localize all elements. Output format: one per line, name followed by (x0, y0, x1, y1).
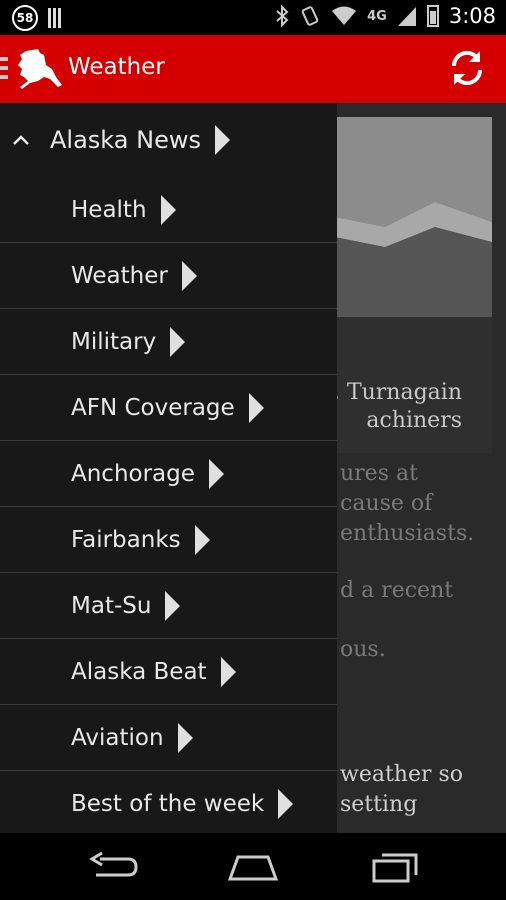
arrow-right-icon (170, 326, 186, 357)
arrow-right-icon (208, 458, 224, 489)
signal-icon (397, 7, 416, 26)
drawer-item-aviation[interactable]: Aviation (0, 705, 337, 771)
arrow-right-icon (160, 194, 176, 225)
drawer-item-label: Weather (71, 262, 168, 289)
drawer-item-label: Anchorage (71, 460, 195, 487)
wifi-icon (332, 6, 357, 25)
drawer-item-label: Mat-Su (71, 592, 152, 619)
drawer-item-anchorage[interactable]: Anchorage (0, 441, 337, 507)
arrow-right-icon (165, 590, 181, 621)
clock: 3:08 (448, 4, 496, 28)
alaska-logo-icon[interactable] (16, 47, 64, 91)
drawer-item-military[interactable]: Military (0, 309, 337, 375)
notification-badge: 58 (12, 5, 38, 31)
drawer-item-label: Fairbanks (71, 526, 181, 553)
drawer-item-label: Military (71, 328, 157, 355)
chevron-up-icon[interactable] (13, 135, 29, 145)
drawer-item-label: AFN Coverage (71, 394, 235, 421)
drawer-item-best-of-the-week[interactable]: Best of the week (0, 771, 337, 833)
drawer-item-mat-su[interactable]: Mat-Su (0, 573, 337, 639)
article-text-line: enthusiasts. (340, 521, 475, 546)
drawer-item-weather[interactable]: Weather (0, 243, 337, 309)
action-bar: Weather (0, 35, 506, 103)
refresh-icon[interactable] (446, 47, 488, 89)
drawer-item-health[interactable]: Health (0, 177, 337, 243)
arrow-right-icon (220, 656, 236, 687)
bluetooth-icon (276, 5, 289, 27)
back-icon[interactable] (88, 851, 138, 883)
system-nav-bar (0, 833, 506, 900)
drawer-item-afn-coverage[interactable]: AFN Coverage (0, 375, 337, 441)
article-text-line: ous. (340, 637, 386, 662)
arrow-right-icon (214, 125, 230, 155)
drawer-item-alaska-beat[interactable]: Alaska Beat (0, 639, 337, 705)
article-text-line: cause of (340, 491, 433, 516)
recent-apps-icon[interactable] (370, 851, 420, 883)
page-title: Weather (68, 54, 165, 80)
arrow-right-icon (181, 260, 197, 291)
drawer-item-label: Aviation (71, 724, 164, 751)
status-bar: 58 4G 3:08 (0, 0, 506, 35)
home-icon[interactable] (228, 851, 278, 883)
arrow-right-icon (177, 722, 193, 753)
article-text-line: weather so (340, 762, 464, 787)
drawer-item-fairbanks[interactable]: Fairbanks (0, 507, 337, 573)
article-text-line: ures at (340, 461, 418, 486)
drawer-icon[interactable] (0, 57, 8, 79)
vibrate-icon (301, 6, 319, 26)
navigation-drawer: Alaska News Health Weather Military AFN … (0, 103, 337, 833)
arrow-right-icon (194, 524, 210, 555)
drawer-item-label: Best of the week (71, 790, 265, 817)
arrow-right-icon (278, 788, 294, 819)
article-text-line: d a recent (340, 578, 454, 603)
drawer-item-label: Health (71, 196, 147, 223)
article-text-line: setting (340, 792, 418, 817)
drawer-group-alaska-news[interactable]: Alaska News (0, 103, 337, 177)
drawer-group-label: Alaska News (50, 126, 201, 154)
barcode-icon (48, 8, 61, 28)
drawer-item-label: Alaska Beat (71, 658, 207, 685)
battery-icon (426, 5, 439, 27)
network-type: 4G (367, 8, 387, 24)
arrow-right-icon (248, 392, 264, 423)
